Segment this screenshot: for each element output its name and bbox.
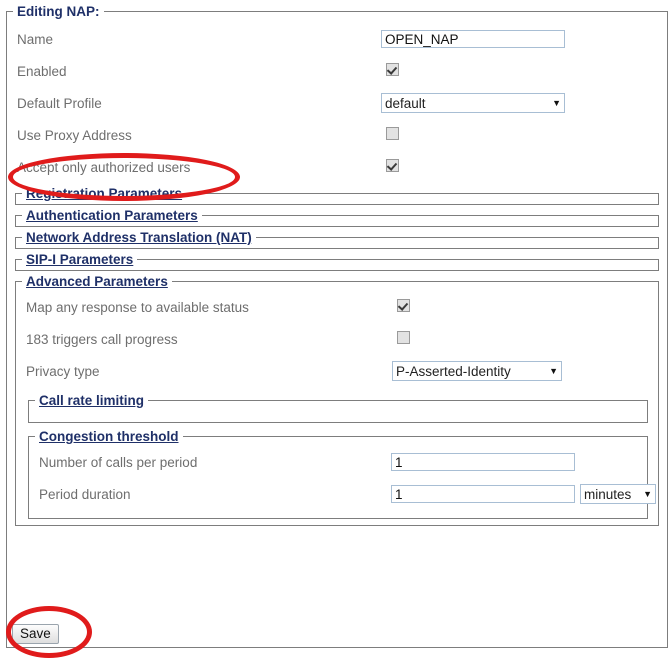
privacy-type-select[interactable]: P-Asserted-Identity ▼ <box>392 361 562 381</box>
use-proxy-address-checkbox-wrap <box>386 127 399 143</box>
section-advanced-parameters-legend[interactable]: Advanced Parameters <box>22 274 172 289</box>
number-of-calls-input[interactable]: 1 <box>391 453 575 471</box>
section-sip-i-parameters-legend[interactable]: SIP-I Parameters <box>22 252 137 267</box>
section-network-address-translation-legend[interactable]: Network Address Translation (NAT) <box>22 230 256 245</box>
save-button-wrap: Save <box>12 624 59 644</box>
field-row-name: Name OPEN_NAP <box>7 23 667 55</box>
section-congestion-threshold: Congestion threshold Number of calls per… <box>28 429 656 519</box>
name-input[interactable]: OPEN_NAP <box>381 30 565 48</box>
privacy-type-select-wrap: P-Asserted-Identity ▼ <box>392 361 562 381</box>
section-congestion-threshold-body: Number of calls per period 1 Period dura… <box>29 444 656 518</box>
section-advanced-parameters-body: Map any response to available status 183… <box>16 289 658 525</box>
field-row-privacy-type: Privacy type P-Asserted-Identity ▼ <box>16 355 658 387</box>
editing-nap-legend: Editing NAP: <box>17 4 100 19</box>
label-map-any-response: Map any response to available status <box>26 299 249 315</box>
section-authentication-parameters[interactable]: Authentication Parameters <box>15 208 659 227</box>
label-default-profile: Default Profile <box>17 95 102 111</box>
enabled-checkbox-wrap <box>386 63 399 79</box>
field-row-map-any-response: Map any response to available status <box>16 291 658 323</box>
section-congestion-threshold-legend[interactable]: Congestion threshold <box>35 429 183 444</box>
section-registration-parameters[interactable]: Registration Parameters <box>15 186 659 205</box>
label-privacy-type: Privacy type <box>26 363 100 379</box>
section-network-address-translation-body <box>16 245 658 248</box>
period-duration-input-wrap: 1 <box>391 485 575 503</box>
section-advanced-parameters: Advanced Parameters Map any response to … <box>15 274 659 526</box>
section-call-rate-limiting-legend[interactable]: Call rate limiting <box>35 393 148 408</box>
section-registration-parameters-body <box>16 201 658 204</box>
section-sip-i-parameters[interactable]: SIP-I Parameters <box>15 252 659 271</box>
label-183-triggers-call-progress: 183 triggers call progress <box>26 331 178 347</box>
editing-nap-fieldset: Editing NAP: Name OPEN_NAP Enabled Defau… <box>6 4 668 648</box>
map-any-response-checkbox[interactable] <box>397 299 410 312</box>
section-sip-i-parameters-body <box>16 267 658 270</box>
field-row-use-proxy-address: Use Proxy Address <box>7 119 667 151</box>
label-accept-only-authorized-users: Accept only authorized users <box>17 159 191 175</box>
section-network-address-translation[interactable]: Network Address Translation (NAT) <box>15 230 659 249</box>
183-triggers-call-progress-checkbox[interactable] <box>397 331 410 344</box>
section-call-rate-limiting[interactable]: Call rate limiting <box>28 393 648 423</box>
field-row-183-triggers-call-progress: 183 triggers call progress <box>16 323 658 355</box>
field-row-enabled: Enabled <box>7 55 667 87</box>
editing-nap-body: Name OPEN_NAP Enabled Default Profile de… <box>7 19 667 526</box>
use-proxy-address-checkbox[interactable] <box>386 127 399 140</box>
save-button[interactable]: Save <box>12 624 59 644</box>
chevron-down-icon: ▼ <box>552 97 561 108</box>
privacy-type-value: P-Asserted-Identity <box>396 363 511 379</box>
label-number-of-calls-per-period: Number of calls per period <box>39 454 198 470</box>
number-of-calls-input-wrap: 1 <box>391 453 575 471</box>
section-authentication-parameters-body <box>16 223 658 226</box>
accept-only-authorized-users-checkbox[interactable] <box>386 159 399 172</box>
field-row-accept-only-authorized-users: Accept only authorized users <box>7 151 667 183</box>
field-row-period-duration: Period duration 1 minutes ▼ <box>29 478 656 510</box>
label-period-duration: Period duration <box>39 486 131 502</box>
period-duration-unit-select[interactable]: minutes ▼ <box>580 484 656 504</box>
field-row-number-of-calls-per-period: Number of calls per period 1 <box>29 446 647 478</box>
label-use-proxy-address: Use Proxy Address <box>17 127 132 143</box>
chevron-down-icon: ▼ <box>549 365 558 376</box>
accept-only-authorized-users-checkbox-wrap <box>386 159 399 175</box>
label-name: Name <box>17 31 54 47</box>
default-profile-select[interactable]: default ▼ <box>381 93 565 113</box>
enabled-checkbox[interactable] <box>386 63 399 76</box>
period-duration-unit-select-wrap: minutes ▼ <box>580 484 656 504</box>
default-profile-value: default <box>385 95 426 111</box>
map-any-response-checkbox-wrap <box>397 299 410 315</box>
chevron-down-icon: ▼ <box>643 488 652 499</box>
name-input-wrap: OPEN_NAP <box>381 30 565 48</box>
field-row-default-profile: Default Profile default ▼ <box>7 87 667 119</box>
default-profile-select-wrap: default ▼ <box>381 93 565 113</box>
period-duration-input[interactable]: 1 <box>391 485 575 503</box>
section-authentication-parameters-legend[interactable]: Authentication Parameters <box>22 208 202 223</box>
183-triggers-call-progress-checkbox-wrap <box>397 331 410 347</box>
label-enabled: Enabled <box>17 63 67 79</box>
section-call-rate-limiting-body <box>29 408 647 422</box>
section-registration-parameters-legend[interactable]: Registration Parameters <box>22 186 186 201</box>
period-duration-unit-value: minutes <box>584 486 632 502</box>
